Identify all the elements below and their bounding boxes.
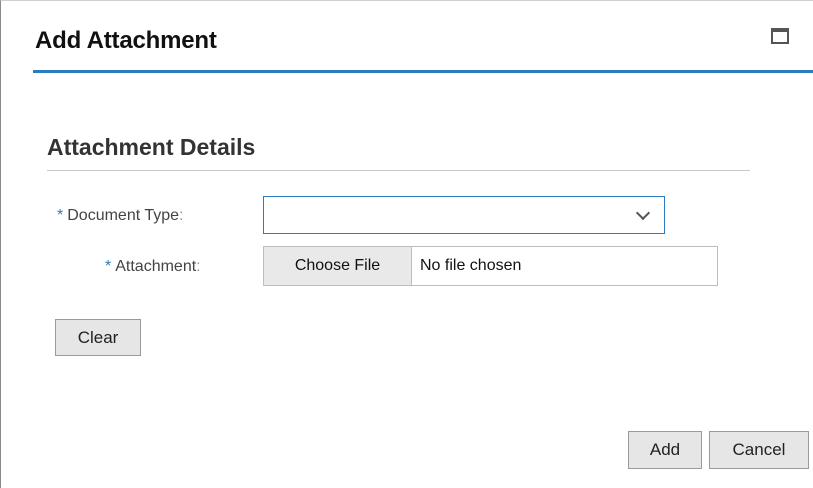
choose-file-button[interactable]: Choose File bbox=[264, 247, 412, 285]
chevron-down-icon bbox=[635, 205, 651, 221]
dialog-title: Add Attachment bbox=[35, 27, 217, 54]
document-type-label-text: Document Type bbox=[67, 207, 179, 224]
section-divider bbox=[47, 170, 750, 171]
file-status-text: No file chosen bbox=[420, 257, 522, 274]
required-marker: * bbox=[105, 258, 112, 275]
section-title: Attachment Details bbox=[47, 134, 256, 160]
attachment-label: * Attachment: bbox=[105, 258, 201, 276]
add-button[interactable]: Add bbox=[628, 431, 702, 469]
label-colon: : bbox=[196, 258, 201, 275]
attachment-label-text: Attachment bbox=[115, 258, 197, 275]
document-type-select[interactable] bbox=[263, 196, 665, 234]
label-colon: : bbox=[179, 207, 184, 224]
document-type-label: * Document Type: bbox=[57, 207, 183, 225]
cancel-button[interactable]: Cancel bbox=[709, 431, 809, 469]
add-attachment-dialog: Add Attachment Attachment Details * Docum… bbox=[0, 0, 813, 488]
attachment-file-input[interactable]: Choose File No file chosen bbox=[263, 246, 718, 286]
maximize-icon[interactable] bbox=[771, 28, 789, 44]
clear-button[interactable]: Clear bbox=[55, 319, 141, 356]
dialog-header: Add Attachment bbox=[33, 1, 813, 73]
required-marker: * bbox=[57, 207, 64, 224]
